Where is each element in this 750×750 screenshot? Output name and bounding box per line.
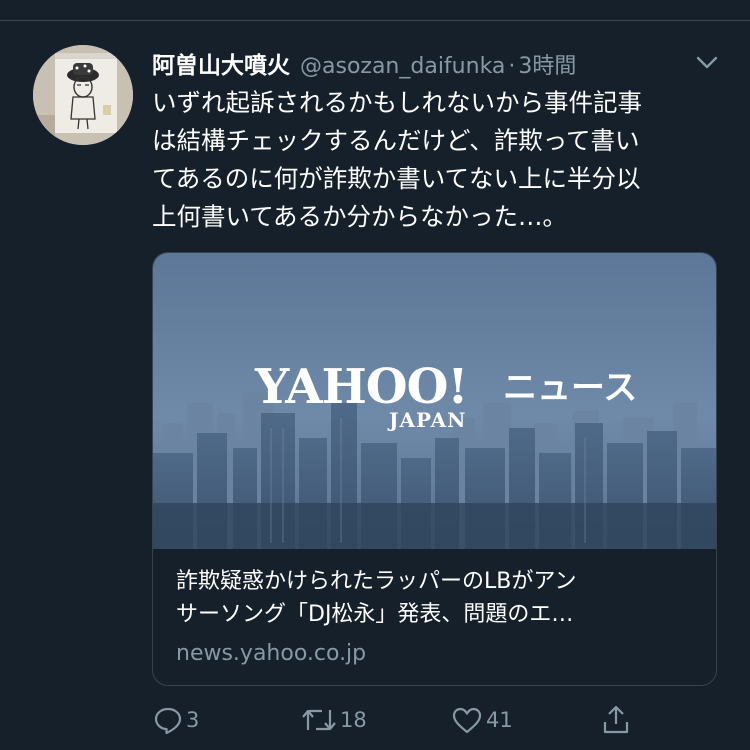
retweet-count: 18 — [340, 708, 367, 732]
tweet-text-line: 上何書いてあるか分からなかった…。 — [152, 202, 568, 231]
heart-icon — [450, 704, 486, 736]
tweet-view: 阿曽山大噴火 @asozan_daifunka · 3時間 いずれ起訴されるかも… — [0, 0, 750, 750]
tweet-text: いずれ起訴されるかもしれないから事件記事 は結構チェックするんだけど、詐欺って書… — [152, 84, 727, 236]
timestamp[interactable]: 3時間 — [518, 48, 576, 80]
card-domain: news.yahoo.co.jp — [176, 641, 367, 666]
retweet-button[interactable]: 18 — [300, 702, 367, 738]
link-card[interactable]: YAHOO! JAPAN ニュース 詐欺疑惑かけられたラッパーのLBがアン サー… — [152, 252, 717, 686]
like-button[interactable]: 41 — [450, 702, 513, 738]
reply-count: 3 — [186, 708, 200, 732]
tweet-text-line: てあるのに何が詐欺か書いてない上に半分以 — [152, 164, 641, 193]
yahoo-news-logo: YAHOO! JAPAN ニュース — [254, 359, 637, 432]
tweet-text-line: は結構チェックするんだけど、詐欺って書い — [152, 126, 640, 155]
card-title-line: サーソング「DJ松永」発表、問題のエ… — [176, 602, 574, 627]
share-icon — [600, 703, 634, 737]
user-handle[interactable]: @asozan_daifunka — [300, 54, 505, 79]
tweet-actions: 3 18 41 — [152, 702, 727, 738]
tweet-header: 阿曽山大噴火 @asozan_daifunka · 3時間 — [152, 46, 576, 80]
card-image: YAHOO! JAPAN ニュース — [153, 253, 716, 549]
divider — [0, 20, 750, 21]
separator-dot: · — [508, 54, 516, 79]
reply-icon — [152, 704, 186, 736]
logo-service: ニュース — [503, 368, 637, 408]
card-title: 詐欺疑惑かけられたラッパーのLBがアン サーソング「DJ松永」発表、問題のエ… — [176, 565, 701, 631]
logo-region: JAPAN — [387, 408, 466, 432]
retweet-icon — [300, 704, 340, 736]
logo-wordmark: YAHOO! — [254, 359, 467, 415]
chevron-down-icon[interactable] — [692, 50, 722, 74]
reply-button[interactable]: 3 — [152, 702, 199, 738]
avatar[interactable] — [33, 45, 133, 145]
like-count: 41 — [486, 708, 513, 732]
display-name[interactable]: 阿曽山大噴火 — [152, 46, 290, 80]
card-title-line: 詐欺疑惑かけられたラッパーのLBがアン — [176, 569, 577, 594]
share-button[interactable] — [600, 702, 634, 738]
tweet-text-line: いずれ起訴されるかもしれないから事件記事 — [152, 88, 642, 117]
